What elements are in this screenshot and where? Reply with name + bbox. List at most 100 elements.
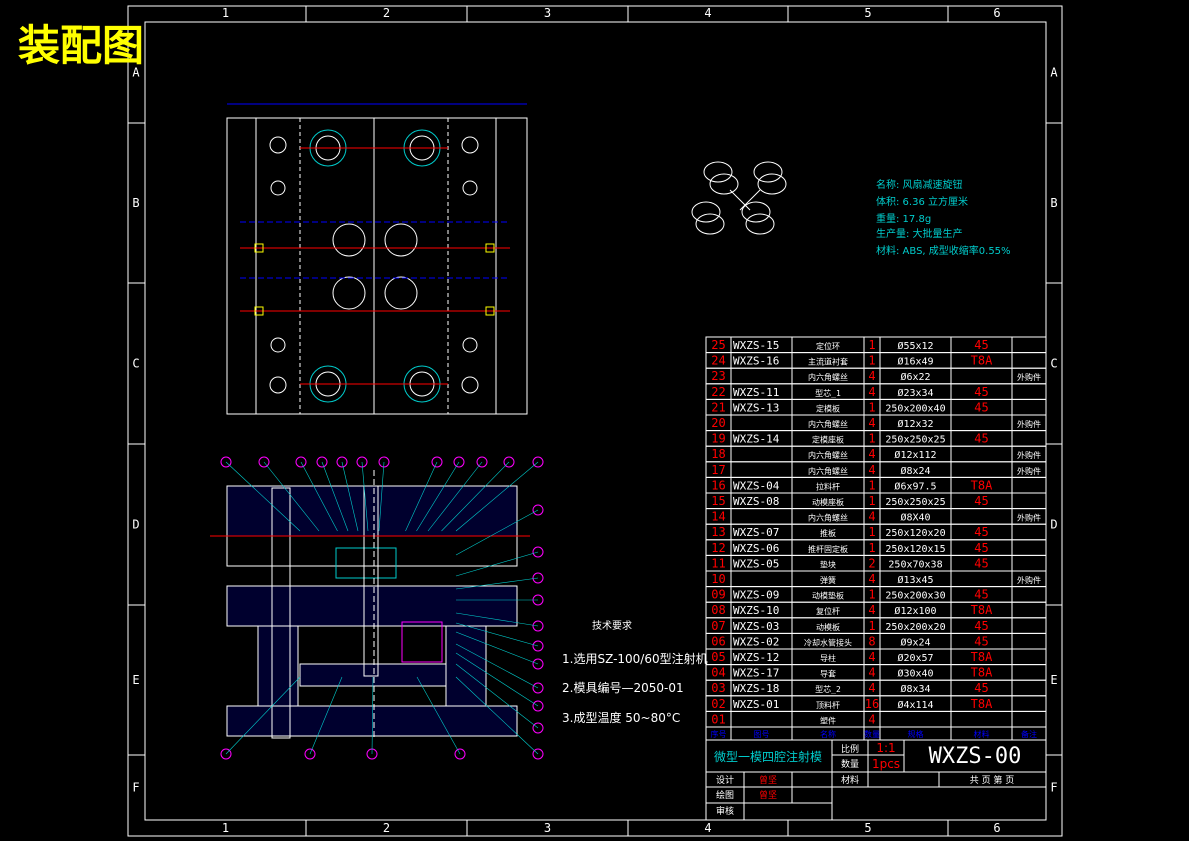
bom-row: 13 WXZS-07 推板 1 250x120x20 45: [705, 523, 1047, 541]
bom-cell: 1: [868, 588, 875, 602]
bom-cell: 外购件: [1017, 466, 1041, 476]
bom-cell: 250x250x25: [885, 497, 945, 508]
bom-cell: 10: [711, 572, 725, 586]
bom-cell: T8A: [971, 666, 993, 680]
bom-cell: Ø55x12: [897, 340, 933, 352]
bom-cell: 外购件: [1017, 419, 1041, 429]
part-weight: 重量: 17.8g: [876, 212, 931, 225]
bom-cell: Ø9x24: [900, 636, 930, 648]
bom-cell: 型芯_1: [815, 388, 841, 398]
column-label: 1: [222, 6, 229, 20]
bom-cell: 45: [974, 400, 988, 414]
bom-cell: 16: [711, 478, 725, 492]
bom-row: 19 WXZS-14 定模座板 1 250x250x25 45: [705, 430, 1047, 447]
bom-cell: 动模板: [816, 622, 840, 632]
bom-cell: 11: [711, 556, 725, 570]
bom-cell: 45: [974, 338, 988, 352]
material-label: 材料: [841, 774, 859, 786]
bom-cell: 外购件: [1017, 450, 1041, 460]
bom-row: 22 WXZS-11 型芯_1 4 Ø23x34 45: [705, 383, 1047, 400]
bom-cell: 1: [868, 494, 875, 508]
bom-cell: 8: [868, 634, 875, 648]
bom-header-cell: 数量: [864, 729, 880, 739]
qty-value: 1pcs: [872, 757, 900, 771]
bom-row: 15 WXZS-08 动模座板 1 250x250x25 45: [705, 492, 1047, 510]
column-label: 5: [864, 6, 871, 20]
bom-cell: 内六角螺丝: [808, 450, 848, 460]
bom-cell: 23: [711, 369, 725, 383]
reviewer-label: 审核: [716, 805, 734, 817]
bom-row-border: [705, 445, 1047, 463]
bom-cell: 13: [711, 525, 725, 539]
bom-cell: 22: [711, 385, 725, 399]
bom-cell: WXZS-08: [733, 495, 779, 508]
bom-cell: T8A: [971, 650, 993, 664]
bom-cell: 推杆固定板: [808, 544, 848, 554]
row-label: B: [132, 196, 139, 210]
row-label: E: [1050, 673, 1057, 687]
bom-row: 07 WXZS-03 动模板 1 250x200x20 45: [705, 617, 1047, 634]
drafter-label: 绘图: [716, 789, 734, 801]
bom-cell: 45: [974, 541, 988, 555]
bom-cell: 1: [868, 432, 875, 446]
bom-cell: WXZS-02: [733, 635, 779, 648]
bom-cell: 45: [974, 385, 988, 399]
bom-row: 11 WXZS-05 垫块 2 250x70x38 45: [705, 554, 1047, 572]
bom-cell: 导柱: [820, 653, 836, 663]
bom-cell: 1: [868, 354, 875, 368]
bom-cell: 20: [711, 416, 725, 430]
bom-cell: 250x120x20: [885, 528, 945, 539]
bom-row: 05 WXZS-12 导柱 4 Ø20x57 T8A: [705, 648, 1047, 666]
part-isometric-view: [691, 161, 787, 235]
bom-cell: 外购件: [1017, 575, 1041, 585]
bom-cell: 18: [711, 447, 725, 461]
sheet-count: 共 页 第 页: [970, 774, 1015, 786]
bom-row: 01 塑件 4: [705, 710, 1047, 728]
bom-cell: WXZS-11: [733, 386, 779, 399]
bom-cell: WXZS-09: [733, 589, 779, 602]
column-label: 6: [993, 821, 1000, 835]
tech-item-1: 1.选用SZ-100/60型注射机: [562, 651, 708, 666]
bom-cell: T8A: [971, 697, 993, 711]
bom-cell: Ø13x45: [897, 574, 933, 586]
bom-row: 09 WXZS-09 动模垫板 1 250x200x30 45: [705, 586, 1047, 603]
bom-cell: Ø6x97.5: [894, 480, 936, 492]
qty-label: 数量: [841, 758, 859, 770]
bom-cell: 45: [974, 556, 988, 570]
bom-cell: Ø12x100: [894, 605, 936, 617]
bom-row: 20 内六角螺丝 4 Ø12x32 外购件: [705, 414, 1047, 432]
bom-cell: Ø6x22: [900, 371, 930, 383]
bom-cell: WXZS-15: [733, 339, 779, 352]
bom-row: 14 内六角螺丝 4 Ø8X40 外购件: [705, 508, 1047, 525]
bom-cell: WXZS-12: [733, 651, 779, 664]
bom-cell: 定位环: [816, 341, 840, 351]
bom-cell: 4: [868, 463, 875, 477]
column-label: 5: [864, 821, 871, 835]
bom-cell: 外购件: [1017, 372, 1041, 382]
bom-cell: T8A: [971, 603, 993, 617]
bom-cell: Ø4x114: [897, 699, 933, 711]
bom-cell: 内六角螺丝: [808, 419, 848, 429]
bom-row: 23 内六角螺丝 4 Ø6x22 外购件: [705, 367, 1047, 385]
bom-cell: 45: [974, 681, 988, 695]
bom-cell: 45: [974, 634, 988, 648]
mold-section-view: [210, 470, 530, 740]
bom-header-cell: 名称: [820, 729, 836, 739]
bom-row: 02 WXZS-01 顶料杆 16 Ø4x114 T8A: [705, 695, 1047, 712]
bom-cell: 16: [865, 697, 879, 711]
column-label: 3: [544, 6, 551, 20]
bom-cell: WXZS-14: [733, 433, 780, 446]
row-label: F: [132, 781, 139, 795]
bom-cell: Ø8X40: [900, 512, 930, 524]
bom-row-border: [705, 570, 1047, 588]
bom-cell: 04: [711, 666, 725, 680]
bom-cell: 主流道衬套: [808, 357, 848, 367]
column-label: 4: [704, 6, 711, 20]
bom-cell: 24: [711, 354, 725, 368]
leader-line: [455, 551, 539, 577]
bom-cell: 4: [868, 650, 875, 664]
bom-cell: 定模板: [816, 403, 840, 413]
bom-cell: Ø12x32: [897, 418, 933, 430]
bom-row: 10 弹簧 4 Ø13x45 外购件: [705, 570, 1047, 588]
column-label: 2: [383, 6, 390, 20]
